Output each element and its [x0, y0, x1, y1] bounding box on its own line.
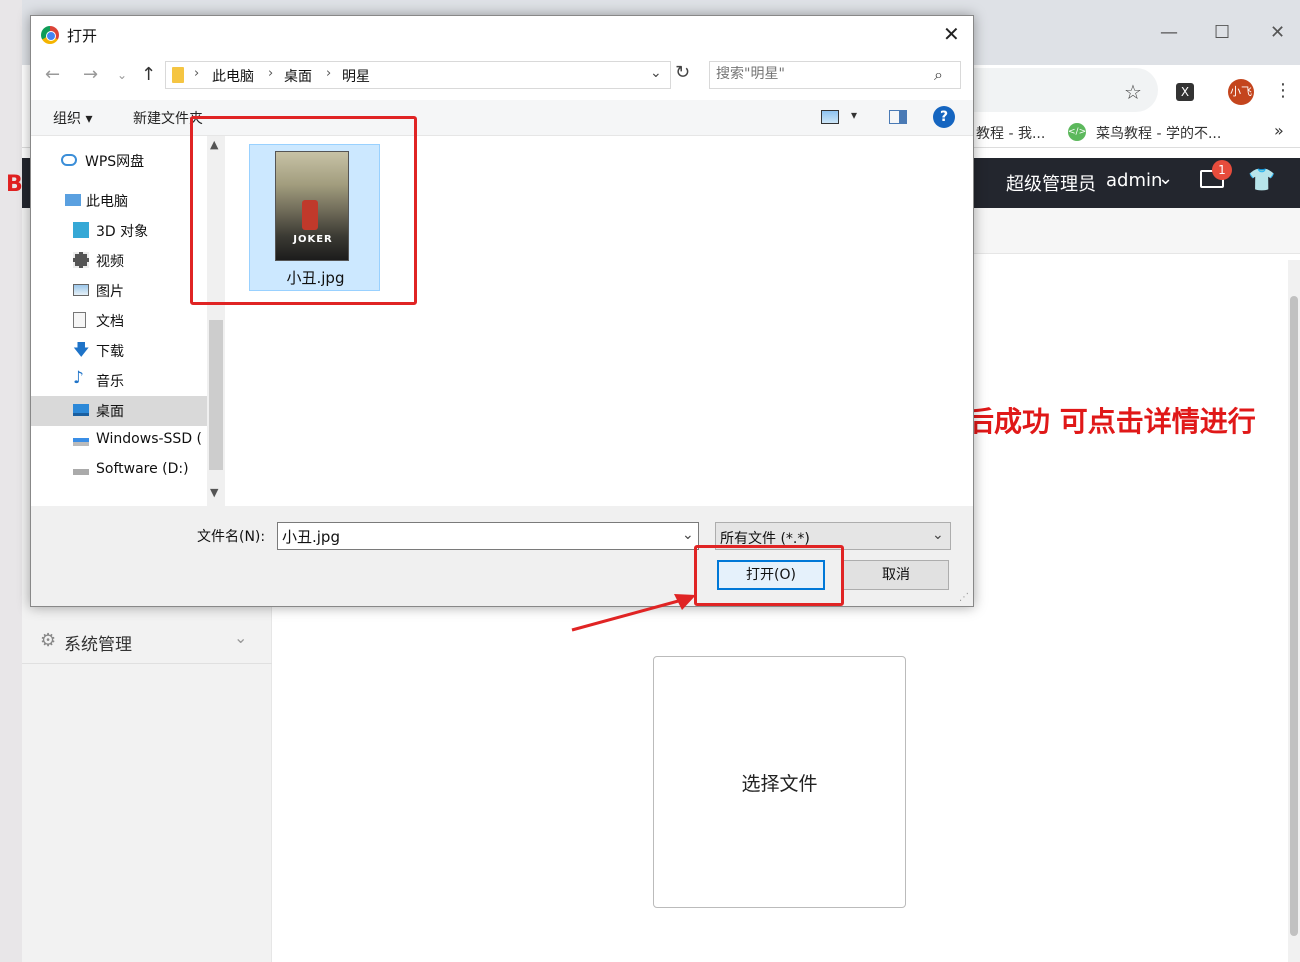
choose-file-button[interactable]: 选择文件: [653, 656, 906, 908]
page-scrollbar[interactable]: [1288, 260, 1300, 962]
organize-menu-button[interactable]: 组织 ▾: [53, 108, 92, 128]
nav-item-wps-cloud[interactable]: WPS网盘: [31, 146, 207, 176]
chevron-down-icon[interactable]: ⌄: [650, 65, 662, 81]
scrollbar-thumb[interactable]: [1290, 296, 1298, 936]
file-open-dialog: 打开 ✕ ← → ⌄ ↑ › 此电脑 › 桌面 › 明星 ⌄ ↻ ⌕ 组织 ▾ …: [30, 15, 974, 607]
drive-icon: [73, 469, 89, 475]
chevron-down-icon: ⌄: [234, 628, 248, 647]
profile-avatar[interactable]: 小飞: [1228, 79, 1254, 105]
cloud-icon: [61, 154, 77, 166]
folder-icon: [172, 67, 184, 83]
chevron-down-icon[interactable]: ⌄: [682, 527, 694, 543]
nav-item-this-pc[interactable]: 此电脑: [31, 186, 207, 216]
nav-item-3d-objects[interactable]: 3D 对象: [31, 216, 207, 246]
nav-item-desktop[interactable]: 桌面: [31, 396, 207, 426]
gear-icon: ⚙: [40, 630, 57, 651]
background-left-edge: B: [0, 0, 23, 962]
breadcrumb-separator: ›: [194, 66, 200, 81]
breadcrumb-desktop[interactable]: 桌面: [284, 66, 312, 86]
bookmark-star-icon[interactable]: ☆: [1124, 80, 1142, 104]
search-icon[interactable]: ⌕: [934, 65, 943, 85]
breadcrumb-this-pc[interactable]: 此电脑: [212, 66, 254, 86]
breadcrumb-separator: ›: [326, 66, 332, 81]
partial-logo-mark: B: [6, 172, 23, 197]
notice-text: 后成功 可点击详情进行: [966, 405, 1256, 438]
nav-item-downloads[interactable]: 🡇 下载: [31, 336, 207, 366]
help-icon[interactable]: ?: [933, 106, 955, 128]
annotation-arrow-icon: [571, 594, 696, 632]
bookmarks-more-icon[interactable]: »: [1274, 121, 1284, 140]
document-icon: [73, 312, 86, 328]
minimize-icon[interactable]: —: [1160, 22, 1178, 43]
drive-icon: [73, 438, 89, 446]
preview-pane-icon[interactable]: [889, 110, 907, 124]
filename-label: 文件名(N):: [197, 529, 266, 545]
dialog-nav-bar: ← → ⌄ ↑ › 此电脑 › 桌面 › 明星 ⌄ ↻ ⌕: [31, 56, 973, 94]
nav-item-videos[interactable]: 视频: [31, 246, 207, 276]
chrome-logo-icon: [41, 26, 59, 44]
browser-menu-icon[interactable]: ⋮: [1274, 80, 1292, 101]
filename-field[interactable]: ⌄: [277, 522, 699, 550]
music-icon: ♪: [73, 368, 84, 388]
breadcrumb[interactable]: › 此电脑 › 桌面 › 明星 ⌄: [165, 61, 671, 89]
search-input[interactable]: [716, 66, 926, 82]
close-window-icon[interactable]: ✕: [1270, 22, 1285, 43]
bookmark-item[interactable]: 教程 - 我...: [976, 123, 1045, 143]
extension-icon[interactable]: X: [1176, 83, 1194, 101]
cancel-button[interactable]: 取消: [843, 560, 949, 590]
view-dropdown-icon[interactable]: ▾: [851, 108, 857, 122]
scroll-down-icon[interactable]: ▼: [210, 486, 218, 499]
video-icon: [73, 252, 89, 268]
filename-input[interactable]: [282, 527, 662, 545]
back-arrow-icon[interactable]: ←: [45, 64, 60, 85]
admin-user-menu[interactable]: admin: [1106, 170, 1162, 191]
download-icon: 🡇: [73, 340, 90, 359]
refresh-icon[interactable]: ↻: [675, 62, 690, 83]
window-controls: — ☐ ✕: [1152, 22, 1292, 48]
maximize-icon[interactable]: ☐: [1214, 22, 1230, 43]
bookmark-item[interactable]: 菜鸟教程 - 学的不...: [1096, 123, 1221, 143]
desktop-icon: [73, 404, 89, 416]
dialog-title: 打开: [67, 27, 98, 45]
view-mode-icon[interactable]: [821, 110, 839, 124]
sidebar-item-label: 系统管理: [64, 635, 132, 655]
cube-3d-icon: [73, 222, 89, 238]
up-arrow-icon[interactable]: ↑: [141, 64, 156, 85]
runoob-favicon-icon: </>: [1068, 123, 1086, 141]
mail-count-badge: 1: [1212, 160, 1232, 180]
recent-chevron-icon[interactable]: ⌄: [117, 68, 127, 82]
chevron-down-icon: ⌄: [932, 527, 944, 543]
nav-item-pictures[interactable]: 图片: [31, 276, 207, 306]
resize-grip-icon[interactable]: ⋰: [959, 592, 969, 603]
breadcrumb-stars[interactable]: 明星: [342, 66, 370, 86]
nav-item-software-d[interactable]: Software (D:): [31, 456, 207, 486]
nav-item-documents[interactable]: 文档: [31, 306, 207, 336]
nav-item-windows-ssd[interactable]: Windows-SSD (: [31, 426, 207, 456]
dialog-command-bar: 组织 ▾ 新建文件夹 ▾ ?: [31, 100, 973, 136]
annotation-highlight-box: [694, 545, 844, 606]
scrollbar-thumb[interactable]: [209, 320, 223, 470]
dialog-titlebar: 打开 ✕: [31, 16, 973, 52]
search-field[interactable]: ⌕: [709, 61, 961, 89]
sidebar-item-system-management[interactable]: ⚙ 系统管理 ⌄: [22, 620, 272, 664]
forward-arrow-icon[interactable]: →: [83, 64, 98, 85]
close-icon[interactable]: ✕: [943, 22, 960, 46]
picture-icon: [73, 284, 89, 296]
theme-shirt-icon[interactable]: 👕: [1248, 168, 1275, 193]
breadcrumb-separator: ›: [268, 66, 274, 81]
admin-role-label: 超级管理员: [1006, 174, 1096, 195]
annotation-highlight-box: [190, 116, 417, 305]
chevron-down-icon[interactable]: ⌄: [1158, 168, 1173, 189]
choose-file-label: 选择文件: [741, 772, 818, 795]
computer-icon: [65, 194, 81, 206]
nav-item-music[interactable]: ♪ 音乐: [31, 366, 207, 396]
